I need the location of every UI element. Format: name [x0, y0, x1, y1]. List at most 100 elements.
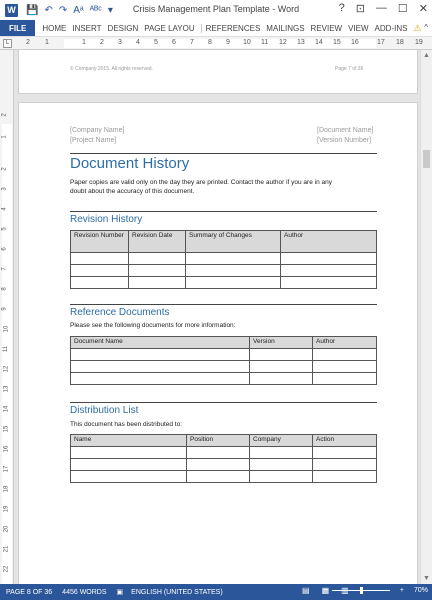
help-icon[interactable]: ? — [339, 2, 345, 15]
zoom-out-icon[interactable]: − — [324, 587, 328, 594]
table-cell[interactable] — [70, 446, 187, 459]
page-count-status[interactable]: PAGE 8 OF 36 — [6, 589, 52, 596]
spelling-icon[interactable]: ᴬᴮᶜ — [90, 5, 102, 16]
table-cell[interactable] — [70, 372, 250, 385]
table-cell[interactable] — [128, 264, 186, 277]
ruler-tick: 18 — [396, 39, 404, 46]
read-mode-icon[interactable]: ▤ — [302, 586, 310, 595]
vertical-scrollbar[interactable]: ▲ ▼ — [420, 50, 432, 584]
table-cell[interactable] — [185, 252, 281, 265]
table-cell[interactable] — [312, 372, 377, 385]
table-cell[interactable] — [128, 276, 186, 289]
table-cell[interactable] — [128, 252, 186, 265]
ruler-tick: 19 — [415, 39, 423, 46]
reference-documents-heading: Reference Documents — [70, 307, 170, 318]
qat-customize-icon[interactable]: ▾ — [108, 5, 113, 16]
horizontal-ruler[interactable]: L 2 1 1 2 3 4 5 6 7 8 9 10 11 12 13 14 1… — [0, 36, 432, 50]
table-row[interactable] — [70, 252, 377, 265]
scroll-down-icon[interactable]: ▼ — [423, 575, 430, 582]
table-row[interactable] — [70, 458, 377, 471]
table-cell[interactable] — [249, 372, 313, 385]
table-cell[interactable] — [280, 252, 377, 265]
table-cell[interactable] — [280, 276, 377, 289]
table-cell[interactable] — [312, 360, 377, 373]
zoom-slider[interactable] — [331, 587, 390, 594]
scroll-up-icon[interactable]: ▲ — [423, 52, 430, 59]
tab-file[interactable]: FILE — [0, 20, 36, 36]
undo-icon[interactable]: ↶ — [44, 5, 52, 16]
table-cell[interactable] — [70, 276, 129, 289]
tab-review[interactable]: REVIEW — [309, 24, 345, 33]
table-cell[interactable] — [280, 264, 377, 277]
zoom-slider-knob[interactable] — [359, 587, 363, 594]
table-cell[interactable] — [249, 360, 313, 373]
table-row[interactable] — [70, 446, 377, 459]
table-cell[interactable] — [70, 470, 187, 483]
word-app-icon[interactable]: W — [5, 3, 18, 17]
table-cell[interactable] — [185, 276, 281, 289]
language-status[interactable]: ENGLISH (UNITED STATES) — [131, 589, 223, 596]
table-cell[interactable] — [249, 458, 313, 471]
proofing-icon[interactable]: ▣ — [117, 588, 124, 596]
table-cell[interactable] — [249, 470, 313, 483]
tab-selector[interactable]: L — [3, 39, 12, 48]
ruler-tick: 2 — [1, 113, 8, 117]
table-row[interactable] — [70, 372, 377, 385]
minimize-icon[interactable]: — — [376, 2, 387, 15]
tab-mailings[interactable]: MAILINGS — [264, 24, 306, 33]
ruler-tick: 15 — [3, 425, 10, 433]
ruler-tick: 3 — [118, 39, 122, 46]
table-cell[interactable] — [70, 264, 129, 277]
ribbon-tabs: FILE HOME INSERT DESIGN PAGE LAYOU REFER… — [0, 20, 432, 36]
redo-icon[interactable]: ↷ — [59, 5, 67, 16]
table-cell[interactable] — [312, 446, 377, 459]
ruler-tick: 1 — [82, 39, 86, 46]
table-cell[interactable] — [70, 458, 187, 471]
table-header-cell: Action — [312, 434, 377, 447]
table-cell[interactable] — [312, 458, 377, 471]
table-header-cell: Author — [312, 336, 377, 349]
zoom-level[interactable]: 70% — [414, 587, 428, 594]
table-cell[interactable] — [186, 446, 250, 459]
word-count-status[interactable]: 4456 WORDS — [62, 589, 106, 596]
document-page[interactable]: [Company Name] [Project Name] [Document … — [18, 102, 418, 584]
table-row[interactable] — [70, 470, 377, 483]
warning-icon[interactable]: ⚠ — [413, 23, 421, 34]
reference-documents-table[interactable]: Document Name Version Author — [70, 336, 377, 385]
table-cell[interactable] — [70, 348, 250, 361]
table-cell[interactable] — [249, 348, 313, 361]
table-cell[interactable] — [185, 264, 281, 277]
ribbon-display-icon[interactable]: ⊡ — [356, 2, 365, 15]
tab-references[interactable]: REFERENCES — [204, 24, 263, 33]
close-icon[interactable]: ✕ — [419, 2, 428, 15]
tab-view[interactable]: VIEW — [346, 24, 370, 33]
distribution-list-table[interactable]: Name Position Company Action — [70, 434, 377, 483]
collapse-ribbon-icon[interactable]: ^ — [424, 23, 428, 32]
tab-add-ins[interactable]: ADD-INS — [373, 24, 410, 33]
scrollbar-thumb[interactable] — [423, 150, 430, 168]
revision-history-table[interactable]: Revision Number Revision Date Summary of… — [70, 230, 377, 289]
tab-home[interactable]: HOME — [40, 24, 68, 33]
tab-insert[interactable]: INSERT — [70, 24, 103, 33]
tab-page-layout[interactable]: PAGE LAYOU — [142, 24, 196, 33]
table-row[interactable] — [70, 276, 377, 289]
table-cell[interactable] — [312, 470, 377, 483]
table-cell[interactable] — [312, 348, 377, 361]
table-row[interactable] — [70, 360, 377, 373]
table-cell[interactable] — [70, 360, 250, 373]
table-row[interactable] — [70, 348, 377, 361]
ruler-tick: 7 — [1, 267, 8, 271]
tab-design[interactable]: DESIGN — [106, 24, 141, 33]
vertical-ruler[interactable]: 2 1 2 3 4 5 6 7 8 9 10 11 12 13 14 15 16… — [0, 50, 14, 584]
save-icon[interactable]: 💾 — [26, 5, 38, 16]
table-cell[interactable] — [186, 458, 250, 471]
table-cell[interactable] — [186, 470, 250, 483]
font-format-icon[interactable]: Aᵃ — [73, 5, 83, 16]
zoom-in-icon[interactable]: + — [400, 587, 404, 594]
table-row[interactable] — [70, 264, 377, 277]
ruler-text-area — [64, 39, 376, 48]
document-canvas[interactable]: © Company 2015. All rights reserved. Pag… — [14, 50, 420, 584]
table-cell[interactable] — [249, 446, 313, 459]
table-cell[interactable] — [70, 252, 129, 265]
maximize-icon[interactable]: ☐ — [398, 2, 408, 15]
